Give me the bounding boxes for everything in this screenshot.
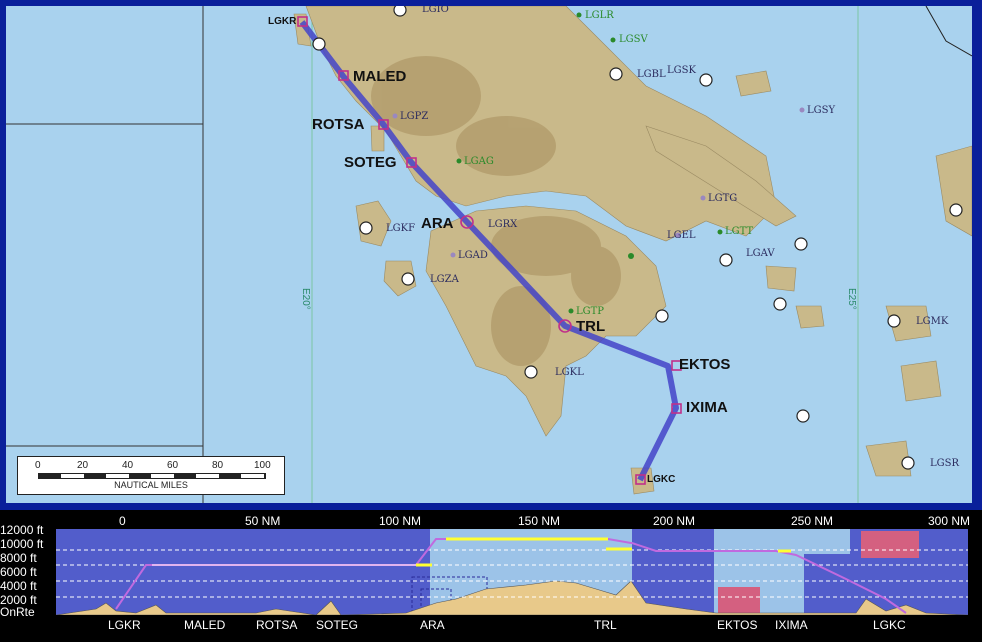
airport-label-lgmk: LGMK xyxy=(916,316,949,327)
profile-waypoint-maled: MALED xyxy=(184,618,226,632)
scale-tick-60: 60 xyxy=(167,460,179,471)
profile-waypoint-lgkc: LGKC xyxy=(873,618,906,632)
scale-tick-20: 20 xyxy=(77,460,89,471)
profile-plot[interactable] xyxy=(55,529,969,616)
profile-waypoint-rotsa: ROTSA xyxy=(256,618,298,632)
vertical-profile-panel[interactable]: 0 50 NM 100 NM 150 NM 200 NM 250 NM 300 … xyxy=(0,510,982,642)
airport-label-lgtp: LGTP xyxy=(576,306,605,317)
airport-label-lgza: LGZA xyxy=(430,274,459,285)
profile-waypoint-ara: ARA xyxy=(420,618,445,632)
profile-waypoint-ektos: EKTOS xyxy=(717,618,758,632)
waypoint-label-ektos: EKTOS xyxy=(679,356,731,373)
airport-label-lgkl: LGKL xyxy=(555,367,584,378)
profile-waypoint-ixima: IXIMA xyxy=(775,618,808,632)
distance-label-300: 300 NM xyxy=(928,514,971,528)
waypoint-label-rotsa: ROTSA xyxy=(312,116,365,133)
distance-label-50: 50 NM xyxy=(245,514,281,528)
distance-label-100: 100 NM xyxy=(379,514,422,528)
airport-label-lgtt: LGTT xyxy=(725,226,754,237)
map-canvas xyxy=(6,6,972,503)
scale-tick-80: 80 xyxy=(212,460,224,471)
airport-label-lglr: LGLR xyxy=(585,10,614,21)
map-frame: LGKR MALED ROTSA SOTEG ARA TRL EKTOS IXI… xyxy=(0,0,982,510)
scale-tick-0: 0 xyxy=(35,460,41,471)
airport-label-lgtg: LGTG xyxy=(708,193,738,204)
altitude-label-8000: 8000 ft xyxy=(0,551,37,565)
altitude-label-6000: 6000 ft xyxy=(0,565,37,579)
longitude-label-e20: E20° xyxy=(300,288,311,310)
waypoint-label-lgkc: LGKC xyxy=(647,474,676,485)
route-map[interactable]: LGKR MALED ROTSA SOTEG ARA TRL EKTOS IXI… xyxy=(6,6,972,503)
airport-label-lgav: LGAV xyxy=(746,248,775,259)
airport-label-lgkf: LGKF xyxy=(386,223,416,234)
airport-label-lgpz: LGPZ xyxy=(400,111,429,122)
longitude-label-e25: E25° xyxy=(846,288,857,310)
airport-label-lgbl: LGBL xyxy=(637,69,666,80)
altitude-label-onrte: OnRte xyxy=(0,605,35,619)
waypoint-label-lgkr: LGKR xyxy=(268,16,297,27)
distance-label-250: 250 NM xyxy=(791,514,834,528)
scale-title: NAUTICAL MILES xyxy=(114,480,188,490)
airport-label-lgsv: LGSV xyxy=(619,34,648,45)
distance-label-0: 0 xyxy=(119,514,126,528)
scale-tick-40: 40 xyxy=(122,460,134,471)
airport-label-lgag: LGAG xyxy=(464,156,494,167)
airport-label-lgrx: LGRX xyxy=(488,219,518,230)
waypoint-label-trl: TRL xyxy=(576,318,606,335)
waypoint-label-ixima: IXIMA xyxy=(686,399,728,416)
profile-waypoint-soteg: SOTEG xyxy=(316,618,359,632)
waypoint-label-soteg: SOTEG xyxy=(344,154,397,171)
scale-bar xyxy=(38,473,266,479)
airport-label-lgsk: LGSK xyxy=(667,65,696,76)
distance-label-150: 150 NM xyxy=(518,514,561,528)
airport-label-lgsy: LGSY xyxy=(807,105,836,116)
airport-label-lgsr: LGSR xyxy=(930,458,960,469)
altitude-label-4000: 4000 ft xyxy=(0,579,37,593)
distance-label-200: 200 NM xyxy=(653,514,696,528)
altitude-label-12000: 12000 ft xyxy=(0,523,44,537)
waypoint-label-maled: MALED xyxy=(353,68,407,85)
profile-waypoint-trl: TRL xyxy=(594,618,617,632)
altitude-label-10000: 10000 ft xyxy=(0,537,44,551)
waypoint-label-ara: ARA xyxy=(421,215,454,232)
profile-canvas xyxy=(55,529,969,616)
scale-tick-100: 100 xyxy=(254,460,271,471)
airport-label-lgio: LGIO xyxy=(422,6,449,15)
airport-label-lgel: LGEL xyxy=(667,230,696,241)
airport-label-lgad: LGAD xyxy=(458,250,488,261)
scale-bar-legend: 0 20 40 60 80 100 NAUTICAL MILES xyxy=(17,456,285,495)
profile-waypoint-lgkr: LGKR xyxy=(108,618,141,632)
